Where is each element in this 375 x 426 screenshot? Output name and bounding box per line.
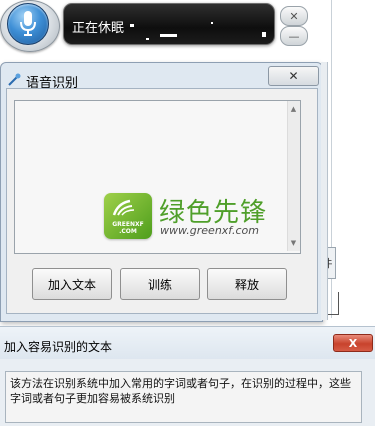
train-button[interactable]: 训练 [120,268,200,300]
toolbar-minimize-button[interactable]: — [280,26,308,46]
minimize-icon: — [288,29,300,43]
microphone-icon [20,11,36,36]
scroll-down-arrow-icon[interactable]: ▼ [288,238,299,248]
help-description: 该方法在识别系统中加入常用的字词或者句子，在识别的过程中，这些字词或者句子更加容… [10,377,351,405]
text-box-scrollbar[interactable] [287,101,300,251]
toolbar-close-button[interactable]: ✕ [280,6,308,26]
watermark-url: www.greenxf.com [160,224,259,237]
status-text: 正在休眠 [72,21,125,36]
volume-meter-segment [211,22,213,24]
volume-meter-segment [262,32,266,37]
volume-meter-segment [130,24,134,27]
close-icon: ✕ [289,9,299,23]
help-close-button[interactable]: X [333,334,373,352]
volume-meter-segment [146,38,149,40]
microphone-button[interactable] [7,3,49,45]
close-icon: X [348,336,358,350]
background-window-corner [328,292,339,315]
release-button[interactable]: 释放 [207,268,287,300]
dialog-right-edge [321,62,328,320]
logo-text: GREENXF .COM [112,221,144,235]
close-icon: ✕ [288,69,299,83]
volume-meter-segment [160,34,177,37]
scroll-up-arrow-icon[interactable]: ▲ [288,104,299,114]
add-text-button[interactable]: 加入文本 [32,268,112,300]
help-title: 加入容易识别的文本 [4,340,113,354]
dialog-close-button[interactable]: ✕ [268,66,319,86]
